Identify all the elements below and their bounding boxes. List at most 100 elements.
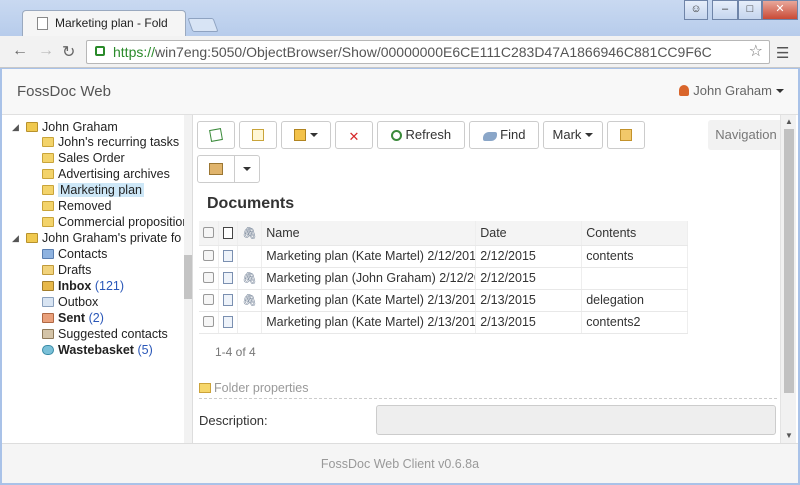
column-contents[interactable]: Contents [581, 221, 689, 246]
tree-node-suggested-contacts[interactable]: Suggested contacts [42, 326, 168, 342]
checkbox[interactable] [203, 226, 214, 238]
tree-node-sales-order[interactable]: Sales Order [42, 150, 125, 166]
column-type[interactable] [218, 221, 238, 246]
app-brand[interactable]: FossDoc Web [17, 83, 111, 100]
suggested-contacts-icon [42, 329, 54, 339]
folder-tree: ◢ John Graham John's recurring tasks Sal… [2, 115, 184, 443]
new-tab-button[interactable] [187, 18, 219, 32]
column-attachment[interactable]: 🖇 [237, 221, 263, 246]
row-contents: contents [581, 245, 689, 268]
content-vertical-scrollbar[interactable]: ▲ ▼ [780, 115, 796, 443]
forward-icon[interactable]: → [38, 42, 54, 60]
select-all-checkbox[interactable] [199, 221, 219, 246]
browser-tab[interactable]: Marketing plan - Folder "M × [22, 10, 197, 36]
contacts-icon [42, 249, 54, 259]
tree-node-advertising-archives[interactable]: Advertising archives [42, 166, 170, 182]
address-bar[interactable]: https://win7eng:5050/ObjectBrowser/Show/… [86, 40, 770, 64]
document-icon [223, 272, 233, 284]
row-date: 2/12/2015 [475, 245, 583, 268]
delete-button[interactable]: ✕ [335, 121, 373, 149]
back-icon[interactable]: ← [12, 42, 28, 60]
mark-button[interactable]: Mark [543, 121, 603, 149]
row-checkbox[interactable] [203, 250, 214, 261]
edit-icon [209, 128, 223, 142]
column-date[interactable]: Date [475, 221, 583, 246]
document-icon [223, 226, 233, 239]
open-folder-icon [294, 129, 306, 141]
chevron-down-icon [243, 167, 251, 171]
tree-node-root1[interactable]: ◢ John Graham [12, 119, 118, 135]
scrollbar-thumb[interactable] [784, 129, 794, 393]
folder-properties-button[interactable] [607, 121, 645, 149]
tree-node-drafts[interactable]: Drafts [42, 262, 91, 278]
folder-properties-icon [199, 383, 211, 393]
tree-node-recurring-tasks[interactable]: John's recurring tasks [42, 134, 179, 150]
tree-node-root2[interactable]: ◢ John Graham's private fo [12, 230, 181, 246]
folder-icon [42, 185, 54, 195]
edit-button[interactable] [197, 121, 235, 149]
page-icon [37, 17, 48, 30]
row-contents: delegation [581, 289, 689, 312]
tree-node-commercial-proposition[interactable]: Commercial proposition [42, 214, 184, 230]
column-name[interactable]: Name [261, 221, 477, 246]
folder-icon [42, 153, 54, 163]
wastebasket-icon [42, 345, 54, 355]
row-date: 2/13/2015 [475, 311, 583, 334]
tree-node-wastebasket[interactable]: Wastebasket (5) [42, 342, 153, 358]
chevron-down-icon [585, 133, 594, 137]
app-window: FossDoc Web John Graham ◢ John Graham Jo… [2, 69, 798, 483]
filter-button[interactable] [197, 155, 235, 183]
user-icon[interactable]: ☺ [684, 0, 708, 20]
row-date: 2/12/2015 [475, 267, 583, 290]
row-checkbox[interactable] [203, 294, 214, 305]
splitter-handle[interactable] [184, 255, 192, 299]
table-row[interactable]: Marketing plan (Kate Martel) 2/13/2015 2… [199, 311, 689, 334]
table-row[interactable]: Marketing plan (Kate Martel) 2/12/2015 2… [199, 245, 689, 268]
tree-node-inbox[interactable]: Inbox (121) [42, 278, 124, 294]
filter-dropdown-button[interactable] [234, 155, 260, 183]
row-contents: contents2 [581, 311, 689, 334]
table-row[interactable]: 🖇 Marketing plan (John Graham) 2/12/2015… [199, 267, 689, 290]
delete-icon: ✕ [348, 129, 360, 144]
tree-node-marketing-plan[interactable]: Marketing plan [42, 182, 144, 198]
folder-menu-button[interactable] [281, 121, 331, 149]
tree-node-outbox[interactable]: Outbox [42, 294, 98, 310]
tab-title: Marketing plan - Folder "M [55, 16, 167, 30]
tree-node-contacts[interactable]: Contacts [42, 246, 107, 262]
divider [199, 398, 777, 399]
row-checkbox[interactable] [203, 316, 214, 327]
collapse-triangle-icon[interactable]: ◢ [12, 119, 19, 135]
minimize-button[interactable]: – [712, 0, 738, 20]
user-menu[interactable]: John Graham [679, 83, 784, 98]
chevron-down-icon [776, 89, 784, 93]
pane-splitter[interactable] [184, 115, 192, 443]
row-date: 2/13/2015 [475, 289, 583, 312]
tree-node-sent[interactable]: Sent (2) [42, 310, 104, 326]
maximize-button[interactable]: □ [738, 0, 762, 20]
document-icon [223, 250, 233, 262]
content-pane: ✕ Refresh Find Mark Navigation Documents… [192, 115, 798, 443]
row-checkbox[interactable] [203, 272, 214, 283]
chevron-down-icon [310, 133, 318, 137]
folder-icon [42, 201, 54, 211]
navigation-toggle[interactable]: Navigation [708, 120, 784, 150]
browser-menu-icon[interactable]: ☰ [776, 44, 789, 62]
url-text: https://win7eng:5050/ObjectBrowser/Show/… [113, 44, 712, 60]
outbox-icon [42, 297, 54, 307]
scroll-up-icon[interactable]: ▲ [785, 117, 793, 126]
scroll-down-icon[interactable]: ▼ [785, 431, 793, 440]
bookmark-star-icon[interactable]: ☆ [749, 41, 763, 63]
table-row[interactable]: 🖇 Marketing plan (Kate Martel) 2/13/2015… [199, 289, 689, 312]
description-field[interactable] [376, 405, 776, 435]
refresh-button[interactable]: Refresh [377, 121, 465, 149]
pager-text: 1-4 of 4 [215, 345, 256, 359]
paperclip-icon: 🖇 [242, 293, 258, 307]
close-window-button[interactable]: ✕ [762, 0, 798, 20]
new-document-button[interactable] [239, 121, 277, 149]
tree-node-removed[interactable]: Removed [42, 198, 112, 214]
find-button[interactable]: Find [469, 121, 539, 149]
document-icon [223, 294, 233, 306]
folder-properties-icon [620, 129, 632, 141]
reload-icon[interactable]: ↻ [62, 42, 75, 62]
collapse-triangle-icon[interactable]: ◢ [12, 230, 19, 246]
